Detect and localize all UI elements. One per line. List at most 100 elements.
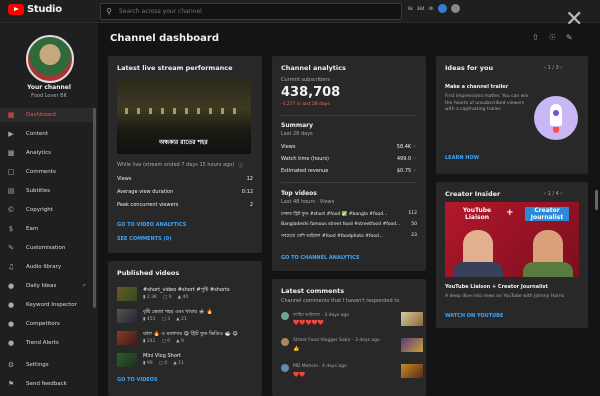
video-stats: ▮ 99 □ 0 ▲ 11 [143, 361, 184, 366]
close-icon[interactable]: ✕ [565, 9, 583, 31]
go-to-channel-analytics-link[interactable]: GO TO CHANNEL ANALYTICS [281, 255, 360, 261]
comments-icon: □ 0 [158, 361, 168, 366]
top-video-row[interactable]: সবচেয়ে বেশি ভাইরাল #food #foodphoto #fo… [281, 233, 417, 240]
go-to-video-analytics-link[interactable]: GO TO VIDEO ANALYTICS [117, 222, 186, 228]
idea-body: First impressions matter. You can win th… [445, 94, 529, 112]
info-icon[interactable]: ⓘ [238, 162, 243, 169]
comments-subtitle: Channel comments that I haven't responde… [281, 298, 400, 304]
comment-video-thumbnail [401, 364, 423, 378]
video-comments: 3 [167, 317, 171, 322]
video-row[interactable]: ঝাল 🔥 ও মজাদার 😋 স্ট্রিট ফুড ভিডিও 🍜 😋 ▮… [117, 331, 257, 351]
comment-row[interactable]: MD Mohsin · 4 days ago ❤️❤️ [281, 363, 423, 385]
top-video-views: 112 [408, 211, 417, 216]
sidebar-item-subtitles[interactable]: ▤ Subtitles [0, 184, 94, 198]
stat-row: Average view duration 0:12 [117, 189, 253, 195]
live-meta-text: While live (stream ended 7 days 15 hours… [117, 162, 235, 168]
sidebar-scrollbar[interactable] [93, 108, 96, 308]
divider [281, 182, 417, 183]
channel-name: Food Lover BK [31, 93, 67, 99]
summary-row: Views 58.4K ✓ [281, 144, 417, 150]
video-stats: ▮ 2.3K □ 0 ▲ 40 [143, 295, 188, 300]
pager-text: 1 / 3 [547, 65, 559, 71]
comments-icon: □ 0 [163, 295, 172, 300]
sidebar-item-trend-alerts[interactable]: ● Trend Alerts [0, 336, 94, 350]
avatar [281, 338, 289, 346]
avatar [281, 312, 289, 320]
subscribers-value: 438,708 [281, 85, 341, 100]
live-icon[interactable]: ☉ [549, 33, 556, 42]
sidebar-item-dashboard[interactable]: ▦ Dashboard [0, 108, 94, 122]
insider-thumbnail[interactable]: YouTube Liaison + Creator Journalist [445, 202, 579, 277]
check-icon: ✓ [412, 144, 417, 150]
tray-stat[interactable]: 384 [417, 6, 425, 11]
go-to-videos-link[interactable]: GO TO VIDEOS [117, 377, 158, 383]
search-box[interactable]: ⚲ [100, 3, 402, 20]
summary-value: 499.0 [396, 156, 412, 162]
see-comments-link[interactable]: SEE COMMENTS (0) [117, 236, 171, 242]
audio-library-icon: ♫ [7, 263, 15, 271]
sidebar-item-comments[interactable]: □ Comments [0, 165, 94, 179]
page-scrollbar[interactable] [595, 190, 598, 210]
subtitles-icon: ▤ [7, 187, 15, 195]
daily-ideas-icon: ● [7, 282, 15, 290]
video-row[interactable]: #short_video #short #পুষ্টি #shorts ▮ 2.… [117, 287, 257, 307]
comment-row[interactable]: Street Food Vlogger Sabir · 3 days ago 👍 [281, 337, 423, 359]
summary-value-wrap: $0.75 ✓ [397, 168, 417, 174]
check-icon: ✓ [412, 168, 417, 174]
stat-row: Views 12 [117, 176, 253, 182]
sidebar-item-competitors[interactable]: ● Competitors [0, 317, 94, 331]
pager-text: 1 / 4 [547, 191, 559, 197]
youtube-logo-icon [8, 4, 24, 15]
channel-avatar[interactable] [26, 35, 74, 83]
live-thumbnail[interactable]: অন্ধকার রাতের শহর [117, 78, 251, 154]
card-title: Creator Insider [445, 190, 501, 198]
summary-label: Watch time (hours) [281, 156, 330, 162]
video-row[interactable]: বৃষ্টি ভেজা শহর এবং খাবার 🍲 🔥 ▮ 451 □ 3 ▲ … [117, 309, 257, 329]
summary-label: Estimated revenue [281, 168, 329, 174]
sidebar-item-label: Dashboard [26, 112, 56, 118]
sidebar-item-earn[interactable]: $ Earn [0, 222, 94, 236]
chevron-left-icon[interactable]: ‹ [544, 191, 546, 197]
feedback-icon: ⚑ [7, 380, 15, 388]
comments-icon: □ 0 [161, 339, 171, 344]
sidebar-item-analytics[interactable]: ▩ Analytics [0, 146, 94, 160]
top-video-views: 23 [411, 233, 417, 238]
summary-row: Watch time (hours) 499.0 ✓ [281, 156, 417, 162]
sidebar-item-customisation[interactable]: ✎ Customisation [0, 241, 94, 255]
video-row[interactable]: Mini Vlog Short ▮ 99 □ 0 ▲ 11 [117, 353, 257, 373]
sidebar-item-daily-ideas[interactable]: ● Daily Ideas ↗ [0, 279, 94, 293]
sidebar-item-feedback[interactable]: ⚑ Send feedback [0, 377, 94, 391]
sidebar-item-copyright[interactable]: © Copyright [0, 203, 94, 217]
content-icon: ▶ [8, 130, 14, 138]
summary-value-wrap: 499.0 ✓ [397, 156, 417, 162]
learn-how-link[interactable]: LEARN HOW [445, 155, 479, 161]
search-input[interactable] [117, 7, 391, 16]
thumbnail-caption: অন্ধকার রাতের শহর [159, 139, 208, 146]
ideas-card: Ideas for you ‹ 1 / 3 › Make a channel t… [436, 56, 588, 174]
chevron-right-icon[interactable]: › [560, 65, 562, 71]
top-video-row[interactable]: ঢাকার স্ট্রিট ফুড #short #food ✅ #bangla… [281, 211, 417, 218]
earn-icon: $ [8, 225, 14, 233]
top-video-row[interactable]: Bangladeshi famous street food #streetfo… [281, 222, 417, 227]
upload-icon[interactable]: ⇧ [532, 33, 539, 42]
sidebar-item-audio-library[interactable]: ♫ Audio library [0, 260, 94, 274]
summary-value: 58.4K [396, 144, 412, 150]
edit-icon[interactable]: ✎ [566, 33, 573, 42]
watch-on-youtube-link[interactable]: WATCH ON YOUTUBE [445, 313, 503, 319]
views-icon: ▮ 99 [143, 361, 153, 366]
account-icon[interactable] [450, 4, 460, 13]
video-thumbnail [117, 331, 137, 345]
sidebar-item-settings[interactable]: ⚙ Settings [0, 358, 94, 372]
video-views: 2.3K [146, 295, 158, 300]
video-thumbnail [117, 309, 137, 323]
tray-stat[interactable]: 4h [429, 6, 434, 11]
comment-row[interactable]: ফাহিম ভাইয়াযা · 3 days ago ❤️❤️❤️❤️❤️ [281, 311, 423, 333]
extension-icon[interactable] [437, 4, 447, 13]
chevron-right-icon[interactable]: › [560, 191, 562, 197]
tray-stat[interactable]: 6k [408, 6, 413, 11]
video-title: ঝাল 🔥 ও মজাদার 😋 স্ট্রিট ফুড ভিডিও 🍜 😋 [143, 331, 238, 337]
chevron-left-icon[interactable]: ‹ [544, 65, 546, 71]
sidebar-item-keyword-inspector[interactable]: ● Keyword Inspector [0, 298, 94, 312]
sidebar-item-content[interactable]: ▶ Content [0, 127, 94, 141]
studio-logo[interactable]: Studio [8, 4, 62, 15]
